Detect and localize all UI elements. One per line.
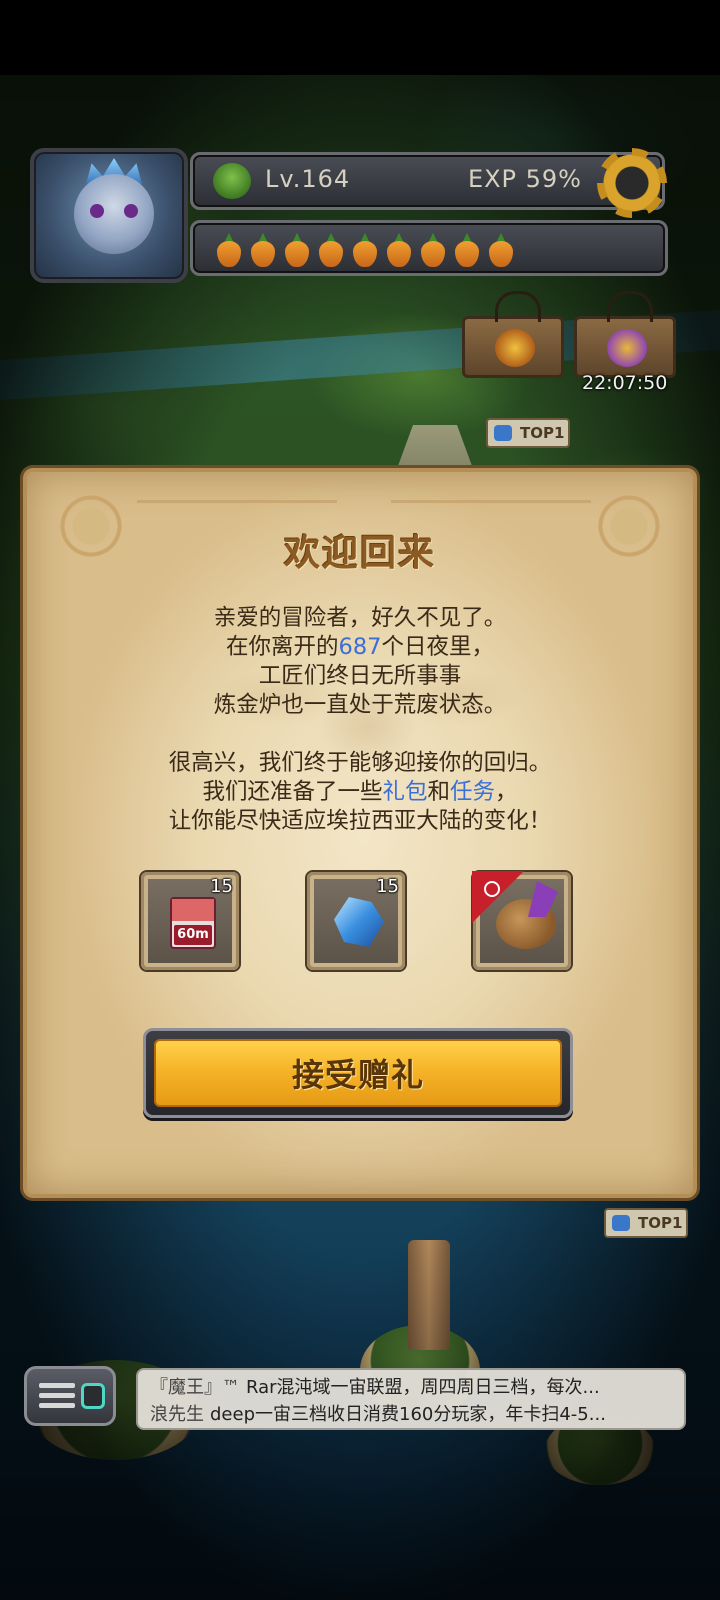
treasure-shop-sign[interactable] bbox=[462, 291, 564, 378]
carrot-icon bbox=[317, 233, 345, 267]
eye bbox=[90, 204, 104, 218]
carrot-icon bbox=[453, 233, 481, 267]
eye bbox=[124, 204, 138, 218]
tree-icon bbox=[213, 163, 251, 199]
dialog-title: 欢迎回来 bbox=[283, 533, 436, 574]
chat-sender: 『魔王』™ bbox=[150, 1377, 240, 1398]
message-line: 很高兴，我们终于能够迎接你的回归。 bbox=[168, 750, 552, 776]
chat-text: deep一宙三档收日消费160分玩家，年卡扫4-5... bbox=[210, 1404, 606, 1425]
dialog-message: 亲爱的冒险者，好久不见了。 在你离开的687个日夜里， 工匠们终日无所事事 炼金… bbox=[27, 604, 693, 836]
badge-icon bbox=[612, 1215, 630, 1231]
message-line: 我们还准备了一些礼包和任务， bbox=[27, 778, 693, 807]
message-text: 和 bbox=[427, 779, 450, 805]
accept-gift-label: 接受赠礼 bbox=[291, 1056, 424, 1094]
message-text: 我们还准备了一些 bbox=[202, 779, 383, 805]
top-rank-label: TOP1 bbox=[520, 424, 565, 442]
message-line: 炼金炉也一直处于荒废状态。 bbox=[213, 692, 507, 718]
message-line: 在你离开的687个日夜里， bbox=[27, 633, 693, 662]
level-bar[interactable]: Lv.164 EXP 59% bbox=[190, 152, 665, 210]
carrot-icon bbox=[249, 233, 277, 267]
chat-text: Rar混沌域一宙联盟，周四周日三档，每次... bbox=[246, 1377, 600, 1398]
settings-gear-icon[interactable] bbox=[597, 148, 667, 218]
chest-shop-sign[interactable] bbox=[574, 291, 676, 378]
carrot-icon bbox=[487, 233, 515, 267]
player-level: Lv.164 bbox=[265, 165, 351, 193]
voice-icon bbox=[81, 1383, 105, 1409]
chat-menu-button[interactable] bbox=[24, 1366, 116, 1426]
avatar-face bbox=[74, 174, 154, 254]
player-avatar[interactable] bbox=[30, 148, 188, 283]
top-rank-badge[interactable]: TOP1 bbox=[604, 1208, 688, 1238]
task-link[interactable]: 任务 bbox=[450, 779, 495, 805]
carrot-icon bbox=[215, 233, 243, 267]
accept-gift-button[interactable]: 接受赠礼 bbox=[143, 1028, 573, 1118]
welcome-back-dialog: 欢迎回来 亲爱的冒险者，好久不见了。 在你离开的687个日夜里， 工匠们终日无所… bbox=[23, 468, 697, 1198]
stamina-bar[interactable] bbox=[190, 220, 668, 276]
badge-icon bbox=[494, 425, 512, 441]
lighthouse-building[interactable] bbox=[408, 1240, 450, 1350]
ornament-line bbox=[391, 500, 591, 503]
chat-panel[interactable]: 『魔王』™ Rar混沌域一宙联盟，周四周日三档，每次... 浪先生 deep一宙三档… bbox=[136, 1368, 686, 1430]
gift-pack-link[interactable]: 礼包 bbox=[382, 779, 427, 805]
carrot-icon bbox=[351, 233, 379, 267]
reward-slot-time-ticket[interactable]: 60m 15 bbox=[141, 872, 239, 970]
chest-icon bbox=[607, 329, 647, 367]
ornament-line bbox=[137, 500, 337, 503]
carrot-icon bbox=[419, 233, 447, 267]
carrot-icon bbox=[283, 233, 311, 267]
top-rank-badge[interactable]: TOP1 bbox=[486, 418, 570, 448]
days-away-count: 687 bbox=[338, 634, 382, 660]
carrot-icon bbox=[385, 233, 413, 267]
accept-gift-button-face[interactable]: 接受赠礼 bbox=[154, 1039, 562, 1107]
message-line: 让你能尽快适应埃拉西亚大陆的变化！ bbox=[168, 808, 552, 834]
message-text: 在你离开的 bbox=[226, 634, 339, 660]
message-text: 个日夜里， bbox=[381, 634, 494, 660]
chat-message: 『魔王』™ Rar混沌域一宙联盟，周四周日三档，每次... bbox=[150, 1374, 672, 1401]
message-line: 工匠们终日无所事事 bbox=[258, 663, 462, 689]
blue-crystal-icon bbox=[334, 897, 384, 947]
treasure-icon bbox=[495, 329, 535, 367]
pet-wing bbox=[528, 881, 558, 917]
ticket-duration: 60m bbox=[174, 925, 212, 945]
reward-count: 15 bbox=[376, 876, 399, 897]
reward-count: 15 bbox=[210, 876, 233, 897]
clock-icon bbox=[484, 881, 500, 897]
chat-sender: 浪先生 bbox=[150, 1404, 204, 1425]
top-rank-label: TOP1 bbox=[638, 1214, 683, 1232]
message-text: ， bbox=[495, 779, 518, 805]
exp-percent: EXP 59% bbox=[467, 165, 582, 193]
chat-message: 浪先生 deep一宙三档收日消费160分玩家，年卡扫4-5... bbox=[150, 1401, 672, 1428]
reward-slot-pet[interactable] bbox=[472, 871, 571, 970]
message-line: 亲爱的冒险者，好久不见了。 bbox=[213, 605, 507, 631]
time-ticket-icon: 60m bbox=[170, 897, 216, 949]
reward-slot-crystal[interactable]: 15 bbox=[307, 872, 405, 970]
shop-timer: 22:07:50 bbox=[582, 372, 668, 394]
menu-lines-icon bbox=[39, 1383, 75, 1409]
